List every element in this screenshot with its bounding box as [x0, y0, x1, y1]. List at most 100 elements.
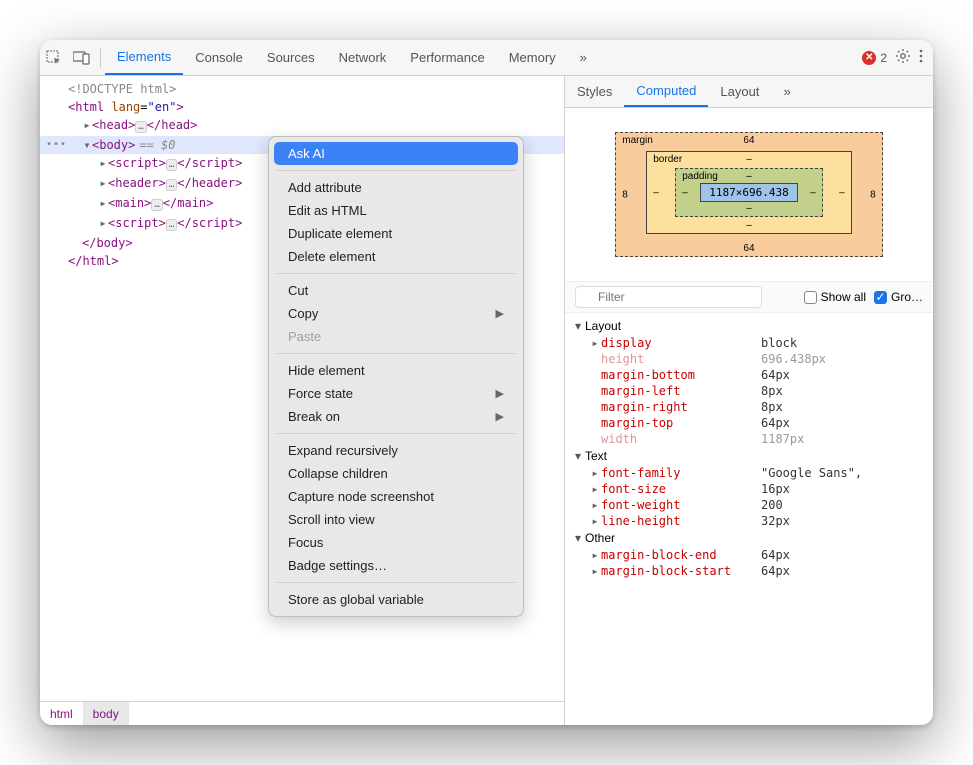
dom-html-open[interactable]: <html lang="en">: [40, 98, 564, 116]
context-menu-label: Scroll into view: [288, 512, 375, 527]
context-menu-item[interactable]: Duplicate element: [274, 222, 518, 245]
context-menu-item[interactable]: Break on▶: [274, 405, 518, 428]
subtab-more[interactable]: »: [771, 76, 802, 107]
prop-value: 8px: [761, 384, 783, 398]
box-content[interactable]: 1187×696.438: [700, 183, 797, 202]
context-menu-item[interactable]: Copy▶: [274, 302, 518, 325]
context-menu-item[interactable]: Expand recursively: [274, 439, 518, 462]
context-menu-item: Paste: [274, 325, 518, 348]
filter-row: Show all ✓ Gro…: [565, 281, 933, 313]
computed-list[interactable]: ▾Layout▸displayblock▸height696.438px▸mar…: [565, 313, 933, 725]
toolbar-divider: [100, 48, 101, 68]
prop-value: block: [761, 336, 797, 350]
computed-group[interactable]: ▾Text: [565, 447, 933, 465]
styles-pane: Styles Computed Layout » margin 64 64 8 …: [565, 76, 933, 725]
computed-prop[interactable]: ▸margin-block-start64px: [565, 563, 933, 579]
context-menu-item[interactable]: Collapse children: [274, 462, 518, 485]
chevron-right-icon: ▶: [496, 387, 504, 400]
context-menu-label: Badge settings…: [288, 558, 387, 573]
prop-name: font-size: [601, 482, 761, 496]
prop-name: margin-right: [601, 400, 761, 414]
computed-prop[interactable]: ▸font-size16px: [565, 481, 933, 497]
dom-head[interactable]: ▸<head>…</head>: [40, 116, 564, 136]
subtab-computed[interactable]: Computed: [624, 76, 708, 107]
gear-icon[interactable]: [895, 48, 911, 67]
margin-left: 8: [622, 189, 628, 200]
tab-sources[interactable]: Sources: [255, 40, 327, 75]
computed-prop[interactable]: ▸line-height32px: [565, 513, 933, 529]
context-menu-item[interactable]: Cut: [274, 279, 518, 302]
prop-value: 64px: [761, 564, 790, 578]
context-menu-item[interactable]: Focus: [274, 531, 518, 554]
tab-memory[interactable]: Memory: [497, 40, 568, 75]
sub-tabs: Styles Computed Layout »: [565, 76, 933, 108]
context-menu-label: Duplicate element: [288, 226, 392, 241]
box-margin[interactable]: margin 64 64 8 8 border – – – – padding …: [615, 132, 882, 257]
tab-more[interactable]: »: [568, 40, 599, 75]
elements-pane: <!DOCTYPE html> <html lang="en"> ▸<head>…: [40, 76, 565, 725]
subtab-layout[interactable]: Layout: [708, 76, 771, 107]
inspect-icon[interactable]: [40, 40, 68, 76]
computed-prop[interactable]: ▸font-family"Google Sans",: [565, 465, 933, 481]
computed-prop[interactable]: ▸height696.438px: [565, 351, 933, 367]
context-menu-item[interactable]: Scroll into view: [274, 508, 518, 531]
crumb-html[interactable]: html: [40, 702, 83, 725]
filter-wrap: [575, 286, 796, 308]
context-menu-label: Store as global variable: [288, 592, 424, 607]
prop-name: line-height: [601, 514, 761, 528]
chevron-right-icon: ▸: [589, 498, 601, 512]
dots-icon[interactable]: [919, 48, 923, 67]
box-border[interactable]: border – – – – padding – – – – 1187×696.…: [646, 151, 851, 234]
context-menu-item[interactable]: Capture node screenshot: [274, 485, 518, 508]
computed-group[interactable]: ▾Layout: [565, 317, 933, 335]
group-checkbox[interactable]: ✓ Gro…: [874, 290, 923, 304]
computed-prop[interactable]: ▸margin-bottom64px: [565, 367, 933, 383]
computed-group[interactable]: ▾Other: [565, 529, 933, 547]
context-menu-item[interactable]: Ask AI: [274, 142, 518, 165]
box-padding-label: padding: [682, 171, 718, 182]
computed-prop[interactable]: ▸margin-top64px: [565, 415, 933, 431]
show-all-checkbox[interactable]: Show all: [804, 290, 866, 304]
tab-performance[interactable]: Performance: [398, 40, 496, 75]
tab-console[interactable]: Console: [183, 40, 255, 75]
checkbox-checked-icon: ✓: [874, 291, 887, 304]
main-tabs: Elements Console Sources Network Perform…: [105, 40, 599, 75]
filter-input[interactable]: [575, 286, 762, 308]
prop-value: "Google Sans",: [761, 466, 862, 480]
prop-name: margin-left: [601, 384, 761, 398]
margin-top: 64: [743, 135, 754, 146]
computed-prop[interactable]: ▸margin-left8px: [565, 383, 933, 399]
error-badge[interactable]: ✕ 2: [862, 51, 887, 65]
computed-prop[interactable]: ▸margin-block-end64px: [565, 547, 933, 563]
subtab-styles[interactable]: Styles: [565, 76, 624, 107]
prop-value: 8px: [761, 400, 783, 414]
dom-doctype[interactable]: <!DOCTYPE html>: [40, 80, 564, 98]
context-menu-item[interactable]: Badge settings…: [274, 554, 518, 577]
context-menu-item[interactable]: Delete element: [274, 245, 518, 268]
computed-prop[interactable]: ▸margin-right8px: [565, 399, 933, 415]
main-toolbar: Elements Console Sources Network Perform…: [40, 40, 933, 76]
chevron-right-icon: ▶: [496, 410, 504, 423]
context-menu-separator: [276, 170, 516, 171]
device-icon[interactable]: [68, 40, 96, 76]
context-menu-label: Force state: [288, 386, 353, 401]
prop-name: font-weight: [601, 498, 761, 512]
prop-name: margin-bottom: [601, 368, 761, 382]
context-menu-item[interactable]: Add attribute: [274, 176, 518, 199]
crumb-body[interactable]: body: [83, 702, 129, 725]
context-menu-label: Hide element: [288, 363, 365, 378]
computed-prop[interactable]: ▸font-weight200: [565, 497, 933, 513]
box-model[interactable]: margin 64 64 8 8 border – – – – padding …: [565, 108, 933, 281]
context-menu-item[interactable]: Edit as HTML: [274, 199, 518, 222]
context-menu-item[interactable]: Hide element: [274, 359, 518, 382]
prop-name: font-family: [601, 466, 761, 480]
tab-network[interactable]: Network: [327, 40, 399, 75]
computed-prop[interactable]: ▸displayblock: [565, 335, 933, 351]
context-menu-item[interactable]: Store as global variable: [274, 588, 518, 611]
context-menu-label: Edit as HTML: [288, 203, 367, 218]
computed-prop[interactable]: ▸width1187px: [565, 431, 933, 447]
chevron-right-icon: ▸: [589, 482, 601, 496]
box-padding[interactable]: padding – – – – 1187×696.438: [675, 168, 822, 217]
tab-elements[interactable]: Elements: [105, 40, 183, 75]
context-menu-item[interactable]: Force state ▶: [274, 382, 518, 405]
